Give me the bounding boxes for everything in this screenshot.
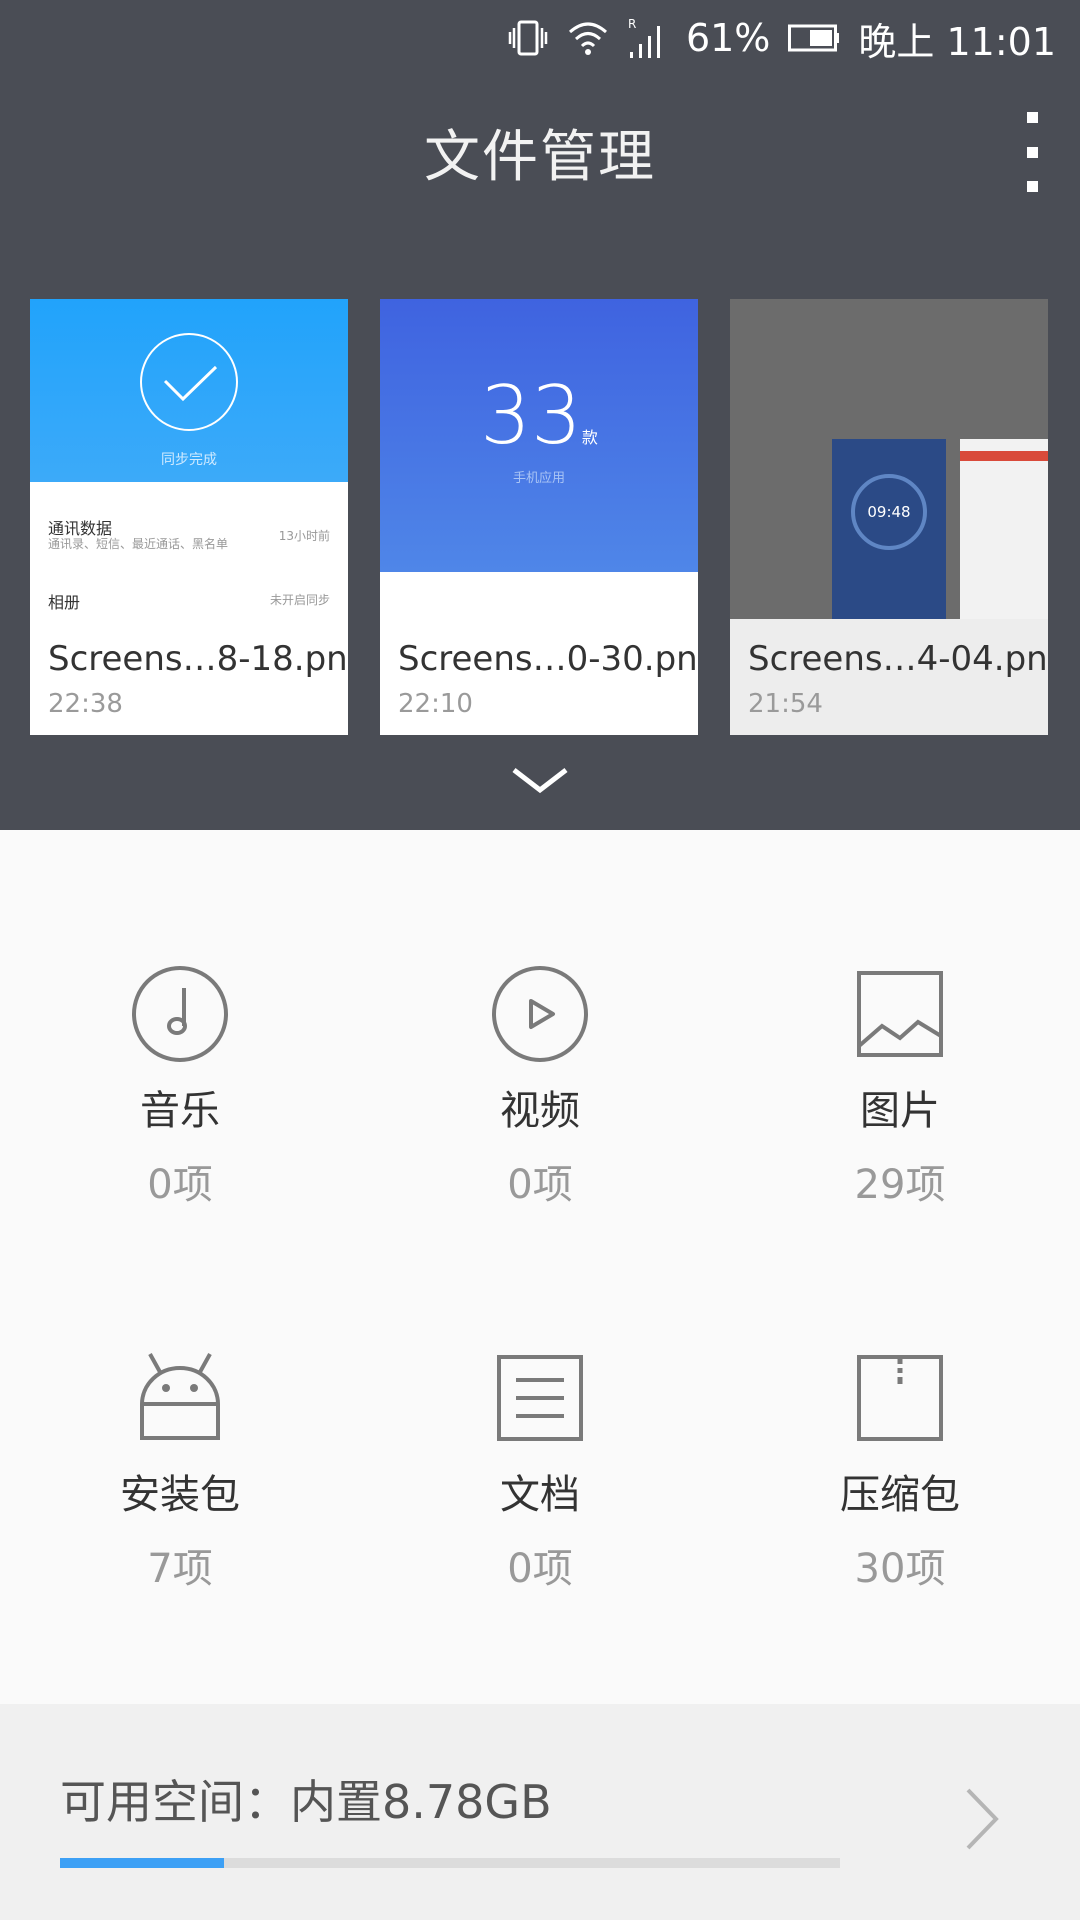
battery-percent: 61% (685, 16, 771, 60)
category-count: 7项 (147, 1546, 213, 1592)
video-icon (492, 966, 588, 1062)
category-name: 视频 (500, 1088, 580, 1134)
page-title: 文件管理 (424, 125, 656, 190)
category-name: 文档 (500, 1472, 580, 1518)
file-caption: Screens…4-04.png 21:54 (730, 619, 1048, 735)
dot-icon (1026, 146, 1038, 158)
category-count: 29项 (854, 1162, 946, 1208)
recent-file-card[interactable]: 33款 手机应用 Screens…0-30.png 22:10 (380, 299, 698, 735)
document-icon (497, 1355, 583, 1441)
dot-icon (1026, 181, 1038, 192)
category-music[interactable]: 音乐 0项 (0, 964, 360, 1210)
file-caption: Screens…0-30.png 22:10 (380, 619, 698, 735)
storage-label: 可用空间：内置8.78GB (60, 1775, 552, 1829)
category-apk[interactable]: 安装包 7项 (0, 1348, 360, 1594)
storage-progress-bar (60, 1858, 840, 1868)
storage-panel[interactable]: 可用空间：内置8.78GB (0, 1704, 1080, 1920)
file-time: 22:38 (48, 689, 123, 719)
more-options-button[interactable] (1012, 112, 1052, 192)
check-circle-icon (140, 333, 238, 431)
file-name: Screens…8-18.png (48, 639, 348, 679)
category-count: 0项 (507, 1162, 573, 1208)
category-images[interactable]: 图片 29项 (720, 964, 1080, 1210)
svg-text:R: R (628, 17, 636, 31)
category-name: 图片 (860, 1088, 940, 1134)
chevron-right-icon[interactable] (962, 1784, 1002, 1854)
top-panel: R 61% 晚上 11:01 文件管理 同步完成 通讯数据 通讯录、短信、最近通… (0, 0, 1080, 830)
battery-icon (788, 23, 840, 53)
preview-clock-text: 09:48 (867, 503, 911, 521)
file-name: Screens…4-04.png (748, 639, 1048, 679)
preview-row-subtitle: 通讯录、短信、最近通话、黑名单 (48, 537, 229, 551)
category-count: 0项 (147, 1162, 213, 1208)
status-bar: R 61% 晚上 11:01 (0, 0, 1080, 76)
category-name: 压缩包 (840, 1472, 960, 1518)
category-name: 安装包 (120, 1472, 240, 1518)
preview-banner-text: 同步完成 (161, 452, 217, 468)
file-caption: Screens…8-18.png 22:38 (30, 619, 348, 735)
storage-progress-fill (60, 1858, 224, 1868)
vibrate-icon (508, 18, 548, 58)
category-archives[interactable]: 压缩包 30项 (720, 1348, 1080, 1594)
preview-row-right: 13小时前 (278, 529, 330, 543)
music-icon (132, 966, 228, 1062)
recent-files-strip: 同步完成 通讯数据 通讯录、短信、最近通话、黑名单 13小时前 相册 未开启同步… (30, 299, 1050, 735)
file-name: Screens…0-30.png (398, 639, 698, 679)
preview-row-title: 相册 (48, 593, 81, 612)
archive-icon (857, 1355, 943, 1441)
category-count: 30项 (854, 1546, 946, 1592)
file-time: 22:10 (398, 689, 473, 719)
preview-row-right: 未开启同步 (269, 593, 330, 607)
category-count: 0项 (507, 1546, 573, 1592)
preview-unit: 款 (581, 428, 598, 447)
preview-subtitle: 手机应用 (512, 471, 565, 486)
preview-big-number: 33 (480, 369, 582, 462)
image-icon (857, 971, 943, 1057)
clock: 晚上 11:01 (858, 19, 1056, 64)
android-icon (140, 1353, 220, 1440)
dot-icon (1026, 112, 1038, 123)
signal-icon: R (628, 16, 668, 60)
recent-file-card[interactable]: 09:48 Screens…4-04.png 21:54 (730, 299, 1048, 735)
chevron-down-icon[interactable] (510, 766, 570, 796)
category-documents[interactable]: 文档 0项 (360, 1348, 720, 1594)
category-name: 音乐 (140, 1088, 220, 1134)
category-video[interactable]: 视频 0项 (360, 964, 720, 1210)
recent-file-card[interactable]: 同步完成 通讯数据 通讯录、短信、最近通话、黑名单 13小时前 相册 未开启同步… (30, 299, 348, 735)
wifi-icon (566, 18, 610, 58)
file-time: 21:54 (748, 689, 823, 719)
